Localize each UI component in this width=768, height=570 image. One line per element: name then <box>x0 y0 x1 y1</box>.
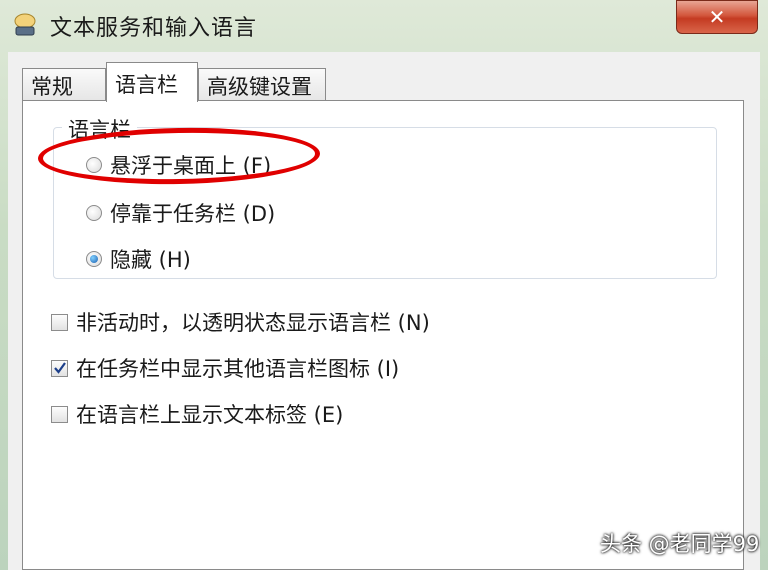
radio-dock-in-taskbar[interactable]: 停靠于任务栏 (D) <box>86 198 275 228</box>
tab-language-bar[interactable]: 语言栏 <box>106 62 198 102</box>
watermark: 头条 @老同学99 <box>600 532 760 556</box>
window-frame: 文本服务和输入语言 ✕ 常规 语言栏 高级键设置 语言栏 悬浮于桌面上 (F) <box>0 0 768 570</box>
radio-label: 隐藏 (H) <box>110 248 191 272</box>
checkbox-show-text-labels[interactable]: 在语言栏上显示文本标签 (E) <box>51 399 343 429</box>
tab-general[interactable]: 常规 <box>22 68 106 100</box>
checkbox-label: 在任务栏中显示其他语言栏图标 (I) <box>76 357 400 381</box>
checkmark-icon <box>54 361 66 374</box>
close-button[interactable]: ✕ <box>676 0 758 34</box>
checkbox-show-additional-icons[interactable]: 在任务栏中显示其他语言栏图标 (I) <box>51 353 399 383</box>
checkbox[interactable] <box>51 405 68 423</box>
radio-label: 停靠于任务栏 (D) <box>110 202 276 226</box>
checkbox[interactable] <box>51 313 68 331</box>
close-icon: ✕ <box>708 5 726 29</box>
tab-advanced-key-settings[interactable]: 高级键设置 <box>198 68 326 100</box>
dialog-body: 常规 语言栏 高级键设置 语言栏 悬浮于桌面上 (F) 停靠于任务栏 (D) 隐… <box>8 52 760 570</box>
window-title: 文本服务和输入语言 <box>50 16 258 41</box>
radio-hidden[interactable]: 隐藏 (H) <box>86 244 191 274</box>
keyboard-language-icon <box>12 12 38 38</box>
tab-label: 常规 <box>31 75 73 99</box>
radio-button-checked[interactable] <box>86 251 102 267</box>
title-bar[interactable]: 文本服务和输入语言 ✕ <box>0 0 768 52</box>
checkbox-transparent-when-inactive[interactable]: 非活动时，以透明状态显示语言栏 (N) <box>51 307 430 337</box>
checkbox-label: 在语言栏上显示文本标签 (E) <box>76 403 344 427</box>
checkbox-checked[interactable] <box>51 359 68 377</box>
checkbox-label: 非活动时，以透明状态显示语言栏 (N) <box>76 311 430 335</box>
radio-button[interactable] <box>86 205 102 221</box>
tab-label: 高级键设置 <box>207 75 312 99</box>
tab-label: 语言栏 <box>115 73 178 97</box>
